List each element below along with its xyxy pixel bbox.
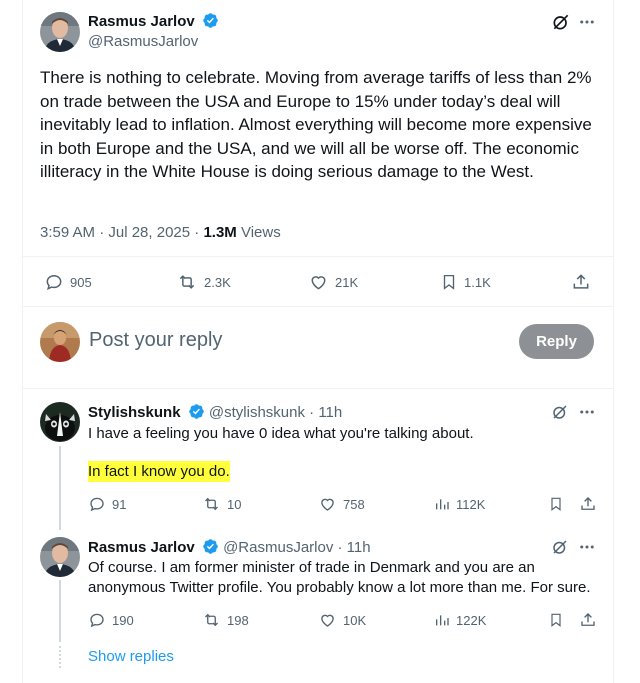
bookmark-button[interactable]: 1.1K bbox=[440, 272, 491, 292]
repost-count: 2.3K bbox=[204, 274, 231, 290]
views-count: 1.3M bbox=[203, 224, 237, 241]
repost-count: 10 bbox=[227, 496, 242, 512]
like-count: 10K bbox=[343, 612, 367, 628]
share-button[interactable] bbox=[579, 495, 597, 513]
share-icon bbox=[581, 613, 595, 626]
heart-icon bbox=[311, 276, 326, 290]
repost-icon bbox=[179, 275, 195, 289]
repost-button[interactable]: 2.3K bbox=[176, 272, 231, 292]
avatar[interactable] bbox=[40, 537, 80, 577]
more-icon[interactable] bbox=[578, 403, 596, 421]
views-button[interactable]: 122K bbox=[434, 611, 486, 629]
reply-time[interactable]: · 11h bbox=[333, 539, 371, 556]
bookmark-button[interactable] bbox=[548, 611, 564, 629]
bookmark-icon bbox=[551, 497, 561, 511]
analytics-icon bbox=[436, 499, 449, 510]
grok-icon[interactable] bbox=[551, 403, 569, 421]
thread-dots bbox=[59, 646, 61, 668]
avatar[interactable] bbox=[40, 402, 80, 442]
timestamp[interactable]: 3:59 AM · Jul 28, 2025 · bbox=[40, 224, 203, 241]
reply-header: Stylishskunk @stylishskunk · 11h bbox=[88, 403, 342, 421]
reply-count: 190 bbox=[112, 612, 134, 628]
thread-line bbox=[59, 446, 61, 530]
verified-badge-icon bbox=[203, 539, 218, 554]
author-handle[interactable]: @RasmusJarlov bbox=[223, 539, 333, 556]
main-tweet-header: Rasmus Jarlov @RasmusJarlov bbox=[88, 12, 219, 52]
share-icon bbox=[581, 497, 595, 510]
thread-line bbox=[59, 580, 61, 642]
reply-submit-button[interactable]: Reply bbox=[519, 324, 594, 359]
share-button[interactable] bbox=[579, 611, 597, 629]
like-button[interactable]: 758 bbox=[318, 495, 365, 513]
tweet-meta: 3:59 AM · Jul 28, 2025 · 1.3M Views bbox=[40, 224, 281, 241]
column-border-right bbox=[613, 0, 614, 683]
author-name[interactable]: Rasmus Jarlov bbox=[88, 539, 195, 556]
repost-button[interactable]: 10 bbox=[202, 495, 241, 513]
reply-icon bbox=[46, 274, 62, 290]
author-handle[interactable]: @stylishskunk bbox=[209, 404, 305, 421]
divider bbox=[22, 256, 613, 257]
bookmark-icon bbox=[551, 613, 561, 627]
divider bbox=[22, 388, 613, 389]
reply-header: Rasmus Jarlov @RasmusJarlov · 11h bbox=[88, 538, 371, 556]
more-icon[interactable] bbox=[578, 538, 596, 556]
repost-count: 198 bbox=[227, 612, 249, 628]
reply-icon bbox=[90, 497, 104, 512]
grok-icon[interactable] bbox=[551, 12, 571, 32]
reply-button[interactable]: 91 bbox=[88, 495, 126, 513]
heart-icon bbox=[321, 614, 334, 627]
views-button[interactable]: 112K bbox=[434, 495, 485, 513]
share-button[interactable] bbox=[571, 272, 591, 292]
author-handle[interactable]: @RasmusJarlov bbox=[88, 32, 219, 52]
reply-time[interactable]: · 11h bbox=[305, 404, 342, 421]
reply-button[interactable]: 190 bbox=[88, 611, 134, 629]
reply-button[interactable]: 905 bbox=[44, 272, 92, 292]
reply-count: 905 bbox=[70, 274, 92, 290]
column-border-left bbox=[22, 0, 23, 683]
user-avatar[interactable] bbox=[40, 322, 80, 362]
analytics-icon bbox=[436, 615, 449, 626]
reply-text: I have a feeling you have 0 idea what yo… bbox=[88, 425, 474, 442]
tweet-text: There is nothing to celebrate. Moving fr… bbox=[40, 68, 592, 181]
verified-badge-icon bbox=[203, 13, 218, 28]
verified-badge-icon bbox=[188, 404, 204, 419]
divider bbox=[22, 306, 613, 307]
repost-icon bbox=[205, 613, 218, 627]
reply-icon bbox=[90, 613, 104, 628]
show-replies-link[interactable]: Show replies bbox=[88, 648, 174, 665]
reply-text-highlighted: In fact I know you do. bbox=[88, 461, 230, 482]
view-count: 122K bbox=[456, 612, 487, 628]
more-icon[interactable] bbox=[578, 13, 596, 31]
reply-count: 91 bbox=[112, 496, 127, 512]
bookmark-count: 1.1K bbox=[464, 274, 491, 290]
like-count: 21K bbox=[335, 274, 359, 290]
highlighted-text: In fact I know you do. bbox=[88, 461, 230, 482]
grok-icon[interactable] bbox=[551, 538, 569, 556]
reply-text-line1: Of course. I am former minister of trade… bbox=[88, 559, 535, 576]
repost-button[interactable]: 198 bbox=[202, 611, 249, 629]
avatar[interactable] bbox=[40, 12, 80, 52]
like-count: 758 bbox=[343, 496, 365, 512]
heart-icon bbox=[321, 498, 334, 511]
views-label: Views bbox=[236, 224, 281, 241]
repost-icon bbox=[205, 497, 218, 511]
view-count: 112K bbox=[456, 496, 486, 512]
bookmark-icon bbox=[443, 274, 455, 290]
like-button[interactable]: 21K bbox=[308, 272, 358, 292]
reply-input[interactable]: Post your reply bbox=[89, 329, 222, 352]
share-icon bbox=[573, 274, 589, 289]
author-name[interactable]: Stylishskunk bbox=[88, 404, 181, 421]
tweet-thread: Rasmus Jarlov @RasmusJarlov There is not… bbox=[0, 0, 640, 683]
reply-text-line2: anonymous Twitter profile. You probably … bbox=[88, 579, 591, 596]
author-name[interactable]: Rasmus Jarlov bbox=[88, 12, 219, 32]
bookmark-button[interactable] bbox=[548, 495, 564, 513]
like-button[interactable]: 10K bbox=[318, 611, 366, 629]
